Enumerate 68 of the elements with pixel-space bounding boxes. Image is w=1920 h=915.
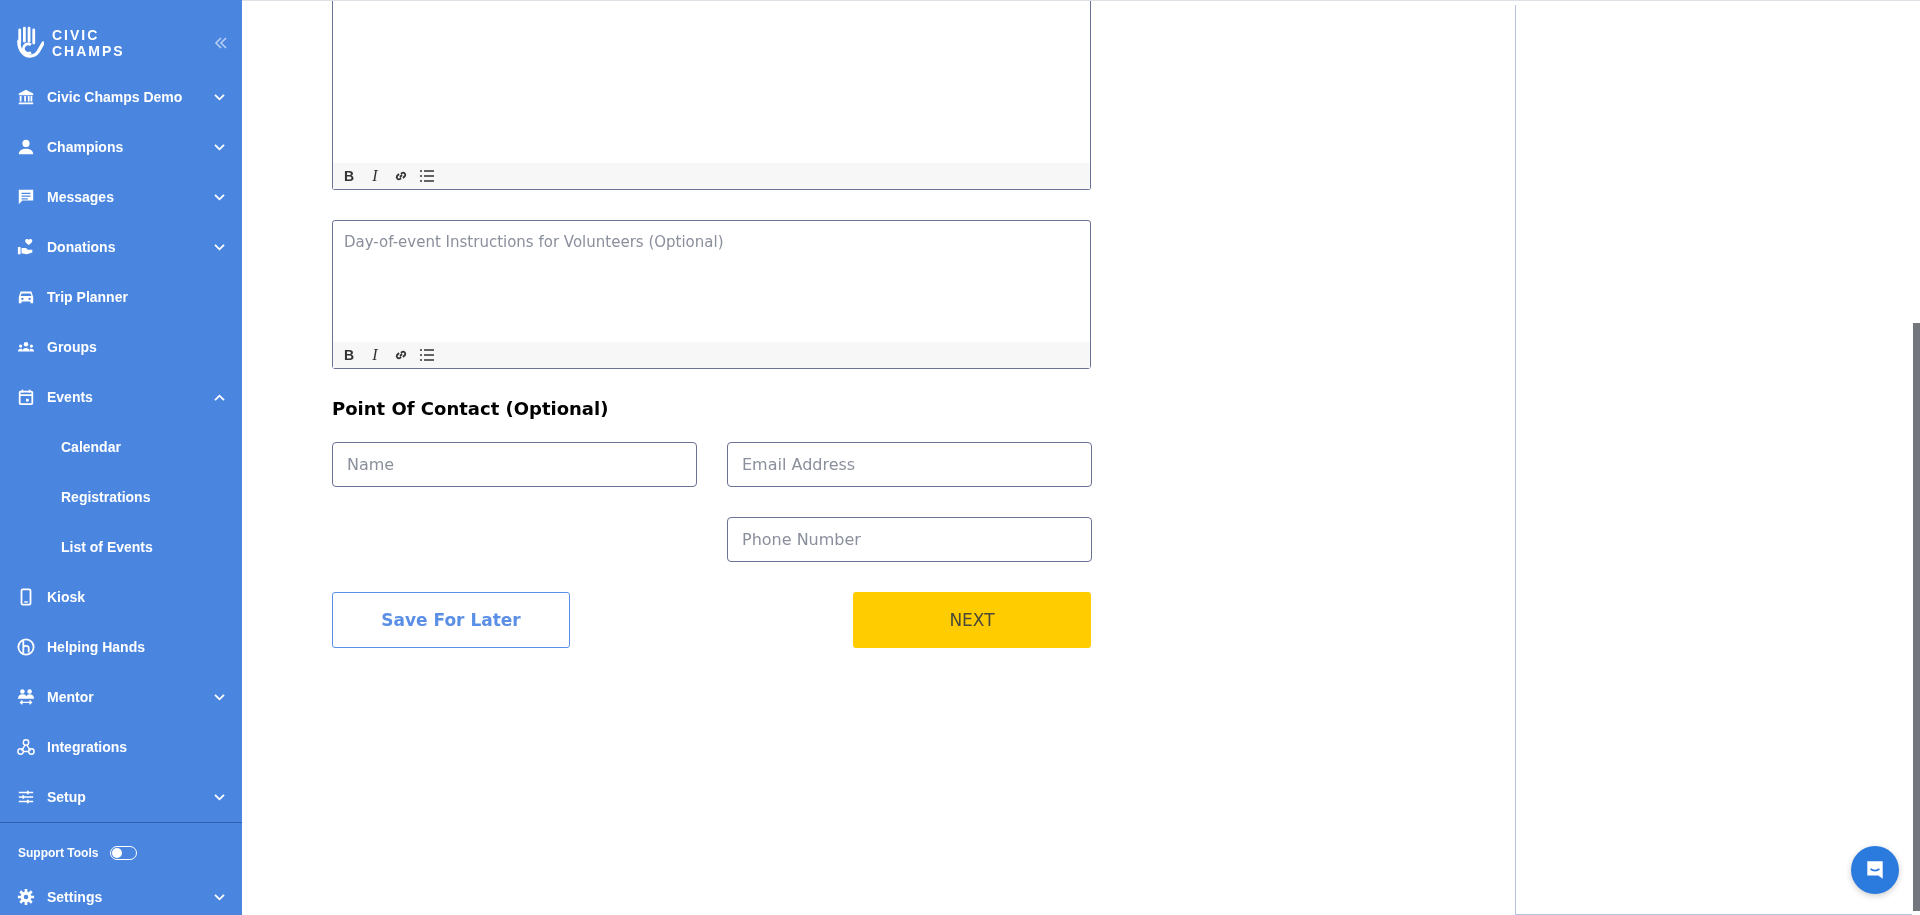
chevron-down-icon bbox=[213, 792, 226, 802]
chevron-up-icon bbox=[213, 392, 226, 402]
nav-subitem[interactable]: List of Events bbox=[0, 522, 242, 572]
nav-item[interactable]: Helping Hands bbox=[0, 622, 242, 672]
text-field[interactable]: Name bbox=[332, 442, 697, 487]
chevron-down-icon bbox=[213, 242, 226, 252]
nav-item[interactable]: Donations bbox=[0, 222, 242, 272]
chevron-down-icon bbox=[213, 142, 226, 152]
rich-text-editor[interactable]: B I bbox=[332, 1, 1091, 190]
gear-icon bbox=[17, 888, 35, 906]
nav-label: Setup bbox=[47, 789, 87, 805]
person-icon bbox=[17, 138, 35, 156]
hand-heart-icon bbox=[17, 238, 35, 256]
chevron-down-icon bbox=[213, 192, 226, 202]
bank-icon bbox=[17, 88, 35, 106]
save-for-later-button[interactable]: Save For Later bbox=[332, 592, 570, 648]
nav-label: Messages bbox=[47, 189, 115, 205]
hand-logo-icon bbox=[16, 26, 44, 60]
list-icon[interactable] bbox=[419, 168, 435, 184]
nav-label: Helping Hands bbox=[47, 639, 146, 655]
chevron-down-icon bbox=[213, 892, 226, 902]
hexagon-h-icon bbox=[17, 638, 35, 656]
nav-subitem[interactable]: Calendar bbox=[0, 422, 242, 472]
nav-label: Integrations bbox=[47, 739, 129, 755]
rich-text-editor[interactable]: Day-of-event Instructions for Volunteers (Optional) B I bbox=[332, 220, 1091, 369]
nav-label: Settings bbox=[47, 889, 104, 905]
italic-button[interactable]: I bbox=[367, 167, 383, 185]
chat-button[interactable] bbox=[1851, 846, 1899, 894]
nav-label: Donations bbox=[47, 239, 117, 255]
editor-placeholder: Day-of-event Instructions for Volunteers (Optional) bbox=[344, 233, 724, 251]
section-heading: Point Of Contact (Optional) bbox=[332, 398, 610, 421]
nav-item[interactable]: Settings bbox=[0, 879, 242, 915]
nav-label: Kiosk bbox=[47, 589, 87, 605]
nav-item[interactable]: Civic Champs Demo bbox=[0, 72, 242, 122]
chat-icon bbox=[1864, 859, 1886, 881]
calendar-icon bbox=[17, 388, 35, 406]
nav-subitem[interactable]: Registrations bbox=[0, 472, 242, 522]
nav-item[interactable]: Groups bbox=[0, 322, 242, 372]
text-field[interactable]: Email Address bbox=[727, 442, 1092, 487]
nav-item[interactable]: Kiosk bbox=[0, 572, 242, 622]
nav-label: Groups bbox=[47, 339, 98, 355]
next-button[interactable]: NEXT bbox=[853, 592, 1091, 648]
people-arrows-icon bbox=[17, 688, 35, 706]
bold-button[interactable]: B bbox=[341, 168, 357, 184]
webhook-icon bbox=[17, 738, 35, 756]
list-icon[interactable] bbox=[419, 347, 435, 363]
nav-label: Civic Champs Demo bbox=[47, 89, 184, 105]
nav-item[interactable]: Messages bbox=[0, 172, 242, 222]
logo-text: CIVIC bbox=[52, 27, 101, 43]
bold-button[interactable]: B bbox=[341, 347, 357, 363]
nav-item[interactable]: Events bbox=[0, 372, 242, 422]
nav-label: Champions bbox=[47, 139, 125, 155]
nav-item[interactable]: Trip Planner bbox=[0, 272, 242, 322]
nav-label: Events bbox=[47, 389, 94, 405]
nav-label: Mentor bbox=[47, 689, 95, 705]
nav-item[interactable]: Setup bbox=[0, 772, 242, 822]
nav-item[interactable]: Mentor bbox=[0, 672, 242, 722]
chevron-down-icon bbox=[213, 692, 226, 702]
chevron-down-icon bbox=[213, 92, 226, 102]
nav-item[interactable]: Integrations bbox=[0, 722, 242, 772]
logo-text: CHAMPS bbox=[52, 43, 125, 59]
message-icon bbox=[17, 188, 35, 206]
nav-item[interactable]: Champions bbox=[0, 122, 242, 172]
italic-button[interactable]: I bbox=[367, 346, 383, 364]
nav-label: Trip Planner bbox=[47, 289, 129, 305]
text-field[interactable]: Phone Number bbox=[727, 517, 1092, 562]
sliders-icon bbox=[17, 788, 35, 806]
support-tools-label: Support Tools bbox=[18, 846, 99, 860]
